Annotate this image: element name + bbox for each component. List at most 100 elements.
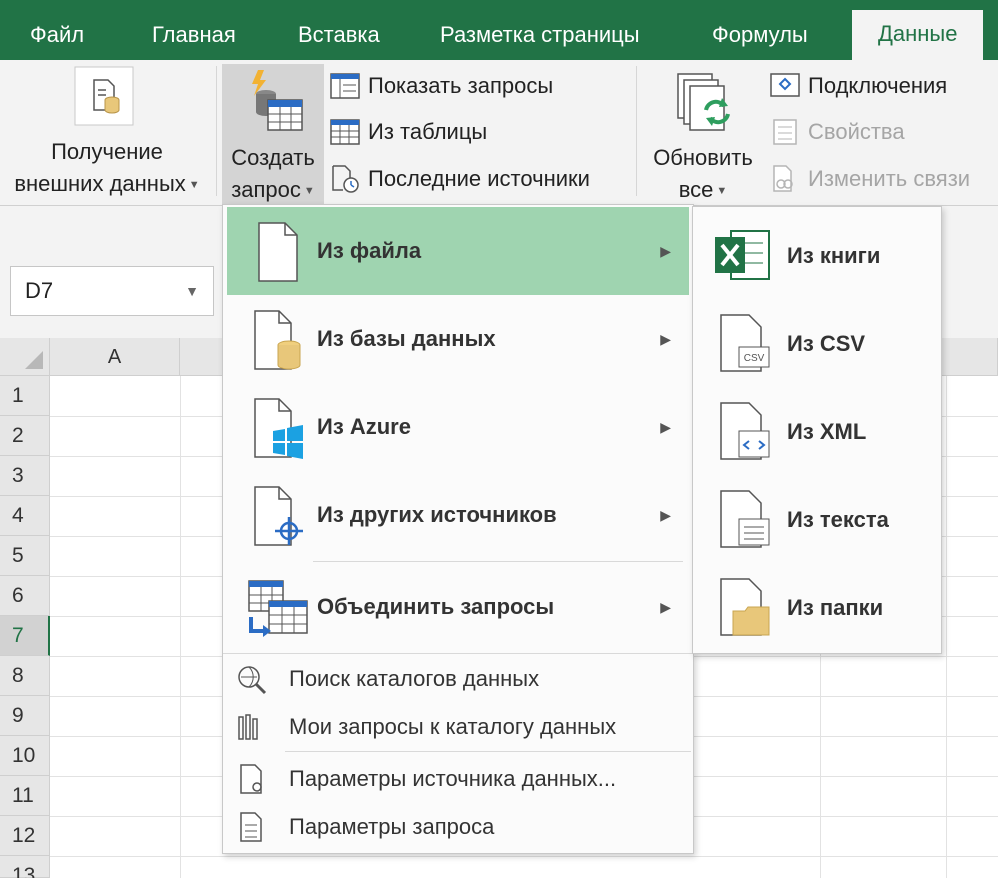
menu-separator [313,561,683,562]
submenu-item-from-xml[interactable]: Из XML [697,387,937,473]
query-options-icon [240,812,262,842]
combine-queries-icon [248,580,308,637]
connections-icon [770,73,800,97]
select-all-corner[interactable] [0,338,50,376]
my-catalog-queries-label: Мои запросы к каталогу данных [289,714,617,739]
menu-item-data-source-settings[interactable]: Параметры источника данных... [227,755,689,803]
table-icon [330,119,360,145]
catalog-queries-icon [238,714,258,740]
tab-home[interactable]: Главная [152,18,236,60]
edit-links-icon [773,165,793,192]
menu-item-from-azure[interactable]: Из Azure ▶ [227,383,689,471]
from-database-label: Из базы данных [317,326,496,351]
chevron-down-icon: ▼ [716,185,728,198]
name-box[interactable]: D7 ▼ [10,266,214,316]
menu-item-search-catalogs[interactable]: Поиск каталогов данных [227,655,689,703]
row-header[interactable]: 11 [0,776,50,816]
from-folder-label: Из папки [787,595,884,620]
column-header-a[interactable]: A [50,338,180,376]
from-table-label: Из таблицы [368,119,488,144]
get-external-label-2: внешних данных [14,171,186,196]
refresh-label-1: Обновить [653,145,753,170]
row-header[interactable]: 4 [0,496,50,536]
row-header[interactable]: 13 [0,856,50,878]
row-header[interactable]: 9 [0,696,50,736]
refresh-icon [677,73,730,131]
tab-file[interactable]: Файл [30,18,84,60]
azure-icon [254,398,303,459]
from-csv-label: Из CSV [787,331,866,356]
from-table-button[interactable]: Из таблицы [330,118,487,146]
from-workbook-label: Из книги [787,243,881,268]
chevron-down-icon: ▼ [303,185,315,198]
edit-links-button[interactable]: Изменить связи [770,164,970,194]
create-query-button[interactable]: Создать запрос ▼ [222,64,324,206]
submenu-item-from-workbook[interactable]: Из книги [697,211,937,297]
get-external-data-button[interactable]: Получение внешних данных ▼ [0,60,214,206]
menu-item-combine-queries[interactable]: Объединить запросы ▶ [227,563,689,651]
properties-label: Свойства [808,119,905,144]
row-header[interactable]: 3 [0,456,50,496]
recent-sources-icon [332,165,359,193]
chevron-down-icon[interactable]: ▼ [185,267,199,315]
edit-links-label: Изменить связи [808,166,971,191]
ribbon-tab-bar: Файл Главная Вставка Разметка страницы Ф… [0,0,998,60]
row-header[interactable]: 2 [0,416,50,456]
row-header[interactable]: 1 [0,376,50,416]
submenu-item-from-folder[interactable]: Из папки [697,563,937,649]
recent-sources-button[interactable]: Последние источники [330,164,590,194]
ribbon: Получение внешних данных ▼ Создать запрос… [0,60,998,206]
chevron-right-icon: ▶ [660,598,671,615]
excel-workbook-icon [715,230,770,280]
tab-page-layout[interactable]: Разметка страницы [440,18,640,60]
submenu-item-from-text[interactable]: Из текста [697,475,937,561]
row-header[interactable]: 6 [0,576,50,616]
chevron-right-icon: ▶ [660,506,671,523]
menu-separator [223,653,693,654]
grid-line [946,376,947,878]
menu-item-query-options[interactable]: Параметры запроса [227,803,689,851]
tab-formulas[interactable]: Формулы [712,18,808,60]
refresh-label-2: все [678,177,714,202]
get-external-label-2-wrap: внешних данных ▼ [0,168,214,201]
show-queries-button[interactable]: Показать запросы [330,72,553,100]
folder-icon [720,578,770,636]
menu-item-from-database[interactable]: Из базы данных ▶ [227,295,689,383]
row-header[interactable]: 10 [0,736,50,776]
refresh-all-button[interactable]: Обновить все ▼ [640,64,766,206]
from-file-label: Из файла [317,238,422,263]
data-source-settings-label: Параметры источника данных... [289,766,617,791]
tab-insert[interactable]: Вставка [298,18,380,60]
data-source-settings-icon [240,764,262,794]
menu-item-my-catalog-queries[interactable]: Мои запросы к каталогу данных [227,703,689,751]
from-azure-label: Из Azure [317,414,411,439]
create-query-label-1: Создать [231,145,315,170]
from-file-submenu: Из книги CSV Из CSV Из XML Из текста Из … [692,206,942,654]
database-doc-icon [74,66,134,126]
create-query-label-2-wrap: запрос ▼ [222,174,324,207]
new-query-icon [252,70,303,131]
menu-item-from-other-sources[interactable]: Из других источников ▶ [227,471,689,559]
name-box-value: D7 [25,278,54,303]
refresh-label-2-wrap: все ▼ [640,174,766,207]
connections-button[interactable]: Подключения [770,72,947,100]
combine-queries-label: Объединить запросы [317,594,555,619]
chevron-right-icon: ▶ [660,242,671,259]
row-header[interactable]: 5 [0,536,50,576]
create-query-menu: Из файла ▶ Из базы данных ▶ Из Azure ▶ И… [222,204,694,854]
other-sources-icon [254,486,303,546]
chevron-down-icon: ▼ [188,179,200,192]
properties-button[interactable]: Свойства [770,118,905,146]
submenu-item-from-csv[interactable]: CSV Из CSV [697,299,937,385]
connections-label: Подключения [808,73,948,98]
chevron-right-icon: ▶ [660,330,671,347]
database-icon [254,310,301,370]
row-header[interactable]: 12 [0,816,50,856]
show-queries-label: Показать запросы [368,73,554,98]
menu-item-from-file[interactable]: Из файла ▶ [227,207,689,295]
search-catalog-icon [238,666,267,695]
query-options-label: Параметры запроса [289,814,495,839]
row-header[interactable]: 8 [0,656,50,696]
row-header-selected[interactable]: 7 [0,616,50,656]
tab-data[interactable]: Данные [852,10,984,60]
